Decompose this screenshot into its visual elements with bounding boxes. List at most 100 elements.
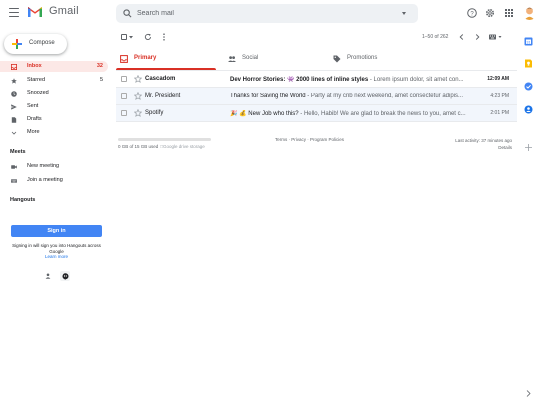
select-all-checkbox[interactable] [121,34,127,40]
nav-item-more[interactable]: More [0,127,108,138]
email-row[interactable]: Spotify 🎉 💰 New Job who this? - Hello, H… [116,105,517,122]
main-menu-icon[interactable] [9,8,19,17]
calendar-icon[interactable]: 31 [524,37,533,46]
hangouts-note-text: Signing in will sign you into Hangouts a… [12,243,101,254]
input-tools-keyboard-icon[interactable] [489,34,502,40]
email-snippet: - Party at my crib next weekend, amet co… [305,92,463,99]
search-options-icon[interactable] [402,12,406,15]
compose-plus-icon [12,39,22,49]
row-checkbox[interactable] [121,93,127,99]
hangouts-section-title: Hangouts [10,197,36,203]
checkbox-box [121,34,127,40]
people-icon [228,56,236,62]
get-addons-plus-icon[interactable] [524,143,533,152]
clock-icon [11,90,17,97]
inbox-tab-icon [120,55,128,63]
gmail-wordmark: Gmail [49,5,79,17]
account-avatar[interactable] [522,5,537,20]
more-vert-icon[interactable] [162,33,166,41]
nav-item-count: 5 [99,77,103,84]
svg-text:31: 31 [526,40,530,44]
program-policies-link[interactable]: Program Policies [310,137,344,142]
gmail-m-icon [28,7,42,17]
email-row[interactable]: Cascadom Dev Horror Stories: 👾 2000 line… [116,71,517,88]
email-subject: Dev Horror Stories: 👾 2000 lines of inli… [230,76,369,83]
nav-item-snoozed[interactable]: Snoozed [0,88,108,99]
privacy-link[interactable]: Privacy [291,137,306,142]
star-icon [11,77,17,84]
last-activity-text: Last activity: 37 minutes ago [455,138,512,143]
nav-item-count: 32 [96,63,103,70]
hangouts-bubble-icon [62,272,68,280]
search-bar[interactable] [116,4,418,23]
email-subject: Thanks for Saving the World [230,92,306,99]
storage-usage-bar [118,138,211,141]
email-snippet: - Hello, Habib! We are glad to break the… [298,110,466,117]
settings-gear-icon[interactable] [485,8,495,18]
nav-item-label: Sent [27,103,39,110]
meet-section-title: Meets [10,149,26,155]
nav-item-inbox[interactable]: Inbox 32 [0,61,108,72]
email-sender: Spotify [145,109,164,116]
last-activity: Last activity: 37 minutes ago Details [455,137,512,151]
nav-item-label: Snoozed [27,90,49,97]
star-outline-icon[interactable] [134,74,142,83]
tasks-icon[interactable] [524,82,533,91]
compose-button[interactable]: Compose [4,34,67,54]
star-outline-icon[interactable] [134,91,142,100]
help-icon[interactable]: ? [467,8,477,18]
row-checkbox[interactable] [121,76,127,82]
pagination-text: 1–50 of 262 [422,34,449,40]
gmail-logo[interactable]: Gmail [27,5,79,17]
new-meeting-item[interactable]: New meeting [0,161,108,172]
email-row[interactable]: Mr. President Thanks for Saving the Worl… [116,88,517,105]
tab-label: Social [242,55,259,61]
email-time: 4:23 PM [490,92,509,99]
keep-icon[interactable] [524,59,533,68]
email-subject: 🎉 💰 New Job who this? [230,110,299,117]
manage-storage-link[interactable]: □Google drive storage [160,144,205,149]
hangouts-contacts-tab[interactable] [43,271,53,281]
person-icon [45,273,51,279]
learn-more-link[interactable]: Learn more [10,254,103,260]
join-meeting-item[interactable]: Join a meeting [0,175,108,186]
storage-usage-text: 0 GB of 15 GB used [118,144,159,149]
star-outline-icon[interactable] [134,108,142,117]
activity-details-link[interactable]: Details [455,144,512,151]
row-checkbox[interactable] [121,110,127,116]
refresh-icon[interactable] [144,33,152,41]
contacts-icon[interactable] [524,105,533,114]
side-panel-expand-chevron-icon[interactable] [524,389,533,398]
newer-chevron-left-icon[interactable] [459,34,464,40]
manage-storage-text: Google drive storage [163,144,205,149]
tab-promotions[interactable]: Promotions [329,52,429,70]
send-icon [11,103,17,110]
email-subject-line: Thanks for Saving the World - Party at m… [230,93,470,99]
nav-item-label: Inbox [27,63,42,70]
email-snippet: - Lorem ipsum dolor, sit amet con... [368,76,464,83]
tab-social[interactable]: Social [224,52,324,70]
compose-label: Compose [29,40,55,46]
meet-item-label: Join a meeting [27,177,63,184]
nav-item-label: Drafts [27,116,42,123]
apps-grid-icon[interactable] [504,8,514,18]
hangouts-sign-in-note: Signing in will sign you into Hangouts a… [10,243,103,260]
nav-item-starred[interactable]: Starred 5 [0,75,108,86]
hangouts-chat-tab[interactable] [60,271,70,281]
storage-usage: 0 GB of 15 GB used □Google drive storage [118,144,205,149]
tab-primary[interactable]: Primary [116,52,216,70]
chevron-down-icon [11,131,17,135]
terms-link[interactable]: Terms [275,137,287,142]
draft-icon [11,116,17,123]
search-input[interactable] [137,7,377,20]
email-subject-line: 🎉 💰 New Job who this? - Hello, Habib! We… [230,110,470,117]
nav-item-drafts[interactable]: Drafts [0,114,108,125]
hangouts-sign-in-button[interactable]: Sign in [11,225,102,237]
footer-links: Terms · Privacy · Program Policies [275,137,344,142]
nav-item-sent[interactable]: Sent [0,101,108,112]
email-time: 12:09 AM [487,75,509,82]
search-icon[interactable] [123,9,132,18]
older-chevron-right-icon[interactable] [475,34,480,40]
select-dropdown-icon[interactable] [129,36,133,39]
tab-label: Promotions [347,55,378,61]
